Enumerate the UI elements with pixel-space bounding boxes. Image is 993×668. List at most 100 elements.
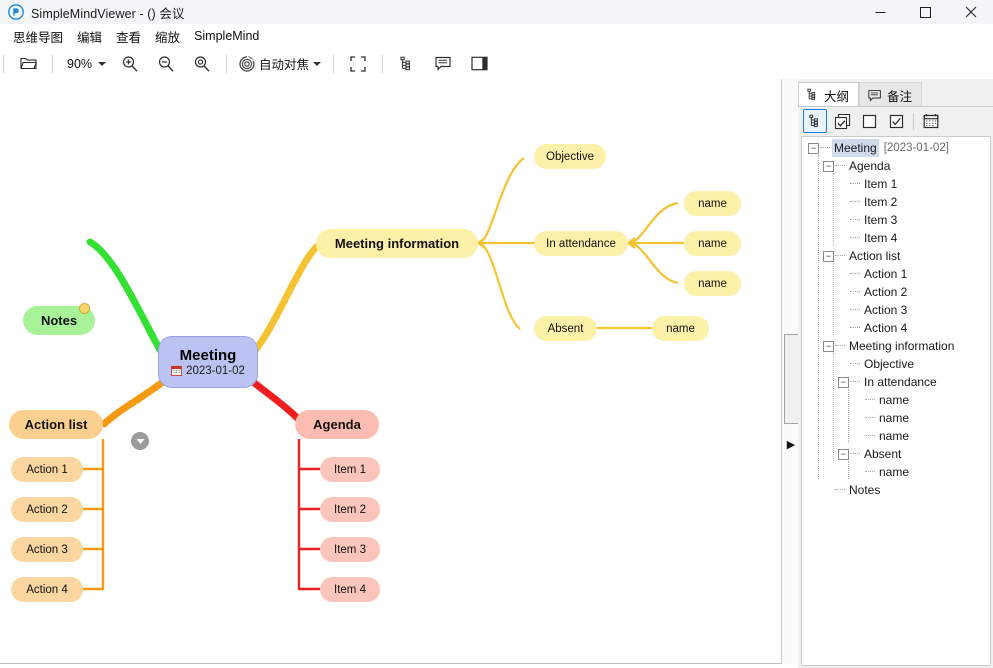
tree-row[interactable]: −Action list xyxy=(802,247,990,265)
tree-expander-icon[interactable]: − xyxy=(808,143,819,154)
tree-row[interactable]: Item 4 xyxy=(802,229,990,247)
menu-zoom[interactable]: 缩放 xyxy=(149,24,186,49)
tree-row[interactable]: name xyxy=(802,391,990,409)
menu-view[interactable]: 查看 xyxy=(110,24,147,49)
node-attendee-name-1[interactable]: name xyxy=(684,191,741,216)
root-collapse-handle[interactable] xyxy=(131,432,149,450)
node-action-1[interactable]: Action 1 xyxy=(11,457,83,482)
mindmap-canvas[interactable]: Meeting 2023-01-02 Notes Meeting informa… xyxy=(0,79,782,664)
outline-tree-tool-button[interactable] xyxy=(803,109,827,133)
tree-expander-icon[interactable]: − xyxy=(838,377,849,388)
tree-guide-line xyxy=(850,201,860,203)
tree-expander-icon[interactable]: − xyxy=(823,341,834,352)
node-item-2[interactable]: Item 2 xyxy=(320,497,380,522)
target-icon xyxy=(239,56,255,72)
tree-expander-icon[interactable]: − xyxy=(838,449,849,460)
tab-notes[interactable]: 备注 xyxy=(859,82,922,107)
fullscreen-icon xyxy=(350,56,366,72)
menu-simplemind[interactable]: SimpleMind xyxy=(188,26,265,46)
root-date: 2023-01-02 xyxy=(171,364,245,378)
tree-row[interactable]: Action 4 xyxy=(802,319,990,337)
tree-expander-icon[interactable]: − xyxy=(823,161,834,172)
tree-row[interactable]: −Absent xyxy=(802,445,990,463)
node-absent-label: Absent xyxy=(548,323,584,335)
tree-vertical-guide xyxy=(833,173,835,245)
node-item-1[interactable]: Item 1 xyxy=(320,457,380,482)
calendar-icon xyxy=(171,365,182,376)
tree-row[interactable]: Notes xyxy=(802,481,990,499)
node-action-2[interactable]: Action 2 xyxy=(11,497,83,522)
checkbox-checked-tool-button[interactable] xyxy=(884,109,908,133)
node-action-list[interactable]: Action list xyxy=(9,410,103,439)
tree-expander-icon[interactable]: − xyxy=(823,251,834,262)
node-root-meeting[interactable]: Meeting 2023-01-02 xyxy=(158,336,258,388)
zoom-level-dropdown[interactable]: 90% xyxy=(61,51,110,77)
collapse-down-icon xyxy=(136,438,145,445)
checkbox-stack-tool-button[interactable] xyxy=(830,109,854,133)
outline-panel-button[interactable] xyxy=(391,51,423,77)
side-panel-toggle-button[interactable] xyxy=(463,51,495,77)
zoom-in-button[interactable] xyxy=(114,51,146,77)
tree-row-label: Notes xyxy=(847,481,882,499)
checkbox-checked-icon xyxy=(889,114,904,129)
tree-row[interactable]: Action 2 xyxy=(802,283,990,301)
node-item-3[interactable]: Item 3 xyxy=(320,537,380,562)
tree-row[interactable]: name xyxy=(802,463,990,481)
checkbox-empty-tool-button[interactable] xyxy=(857,109,881,133)
zoom-out-button[interactable] xyxy=(150,51,182,77)
tree-row[interactable]: Item 2 xyxy=(802,193,990,211)
zoom-fit-button[interactable] xyxy=(186,51,218,77)
tree-row[interactable]: Objective xyxy=(802,355,990,373)
tree-row[interactable]: Item 1 xyxy=(802,175,990,193)
node-agenda[interactable]: Agenda xyxy=(295,410,379,439)
toolbar-divider-4 xyxy=(333,55,334,73)
tree-guide-line xyxy=(820,147,830,149)
tree-row[interactable]: name xyxy=(802,409,990,427)
tree-row-label: Action 3 xyxy=(862,301,909,319)
notes-panel-button[interactable] xyxy=(427,51,459,77)
node-absent[interactable]: Absent xyxy=(534,316,597,341)
minimize-button[interactable] xyxy=(858,0,903,24)
chevron-down-icon-2 xyxy=(313,62,321,66)
tree-row[interactable]: −Meeting[2023-01-02] xyxy=(802,139,990,157)
right-toolbar-divider xyxy=(913,113,914,130)
menu-edit[interactable]: 编辑 xyxy=(71,24,108,49)
maximize-button[interactable] xyxy=(903,0,948,24)
node-absent-name-1[interactable]: name xyxy=(652,316,709,341)
panel-splitter-handle[interactable]: ▶ xyxy=(785,437,797,453)
node-attendee-name-3[interactable]: name xyxy=(684,271,741,296)
outline-tree-panel[interactable]: −Meeting[2023-01-02]−AgendaItem 1Item 2I… xyxy=(801,136,991,666)
tree-row[interactable]: Action 3 xyxy=(802,301,990,319)
tree-row[interactable]: name xyxy=(802,427,990,445)
open-file-button[interactable] xyxy=(12,51,44,77)
tree-guide-line xyxy=(850,291,860,293)
node-action-3[interactable]: Action 3 xyxy=(11,537,83,562)
tree-row[interactable]: Item 3 xyxy=(802,211,990,229)
tree-row[interactable]: −Agenda xyxy=(802,157,990,175)
node-absent-name-1-label: name xyxy=(666,323,695,335)
node-in-attendance[interactable]: In attendance xyxy=(534,231,628,256)
tree-guide-line xyxy=(865,471,875,473)
auto-focus-dropdown[interactable]: 自动对焦 xyxy=(235,51,325,77)
tree-guide-line xyxy=(850,183,860,185)
node-attendee-name-2[interactable]: name xyxy=(684,231,741,256)
tree-row[interactable]: Action 1 xyxy=(802,265,990,283)
tab-outline[interactable]: 大纲 xyxy=(798,82,859,107)
fullscreen-button[interactable] xyxy=(342,51,374,77)
node-attendee-name-1-label: name xyxy=(698,198,727,210)
auto-focus-label: 自动对焦 xyxy=(259,54,309,73)
tree-row-label: name xyxy=(877,409,911,427)
notes-balloon-icon xyxy=(435,56,452,71)
scrollbar-thumb[interactable] xyxy=(784,334,799,424)
tree-row[interactable]: −In attendance xyxy=(802,373,990,391)
node-item-4[interactable]: Item 4 xyxy=(320,577,380,602)
menu-mindmap[interactable]: 思维导图 xyxy=(7,24,69,49)
calendar-tool-button[interactable] xyxy=(919,109,943,133)
close-button[interactable] xyxy=(948,0,993,24)
node-objective[interactable]: Objective xyxy=(534,144,606,169)
node-action-4[interactable]: Action 4 xyxy=(11,577,83,602)
canvas-vertical-scrollbar[interactable]: ▶ xyxy=(782,79,799,664)
tree-vertical-guide xyxy=(848,389,850,443)
node-meeting-information[interactable]: Meeting information xyxy=(316,229,478,258)
tree-row[interactable]: −Meeting information xyxy=(802,337,990,355)
